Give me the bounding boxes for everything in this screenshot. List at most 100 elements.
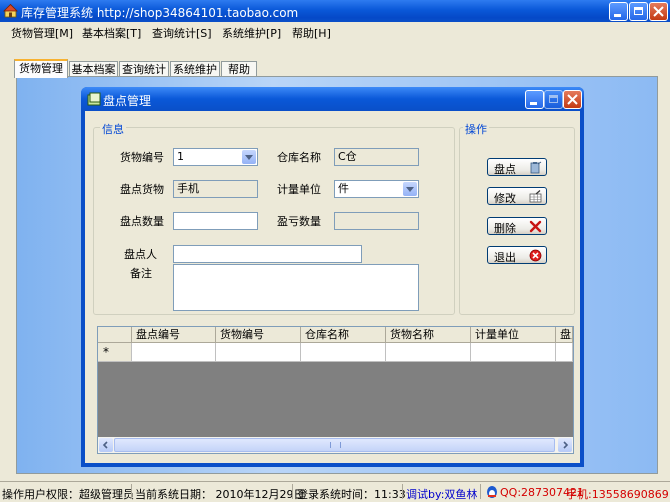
status-divider: [131, 484, 132, 499]
maximize-icon: [634, 7, 643, 15]
dialog-titlebar[interactable]: 盘点管理: [81, 87, 584, 111]
home-app-icon: [3, 3, 18, 18]
check-dialog: 盘点管理 信息 货物编号 1 仓库名称 C仓 盘点货物 手机 计量单位 件 盘点…: [81, 87, 584, 467]
remark-textarea[interactable]: [173, 264, 419, 311]
goods-no-value: 1: [177, 150, 184, 163]
tab-query-stats[interactable]: 查询统计: [119, 61, 169, 77]
minimize-button[interactable]: [609, 2, 628, 21]
grid-header-warehouse[interactable]: 仓库名称: [301, 327, 386, 343]
main-titlebar[interactable]: 库存管理系统 http://shop34864101.taobao.com: [0, 0, 670, 22]
check-records-grid[interactable]: 盘点编号 货物编号 仓库名称 货物名称 计量单位 盘点 *: [97, 326, 574, 454]
check-goods-label: 盘点货物: [120, 183, 164, 196]
close-icon: [653, 6, 664, 17]
profit-loss-label: 盈亏数量: [277, 215, 321, 228]
unit-combo[interactable]: 件: [334, 180, 419, 198]
grip-icon: [330, 442, 341, 448]
exit-button-label: 退出: [494, 251, 516, 264]
grid-cell-goods-name[interactable]: [386, 343, 471, 362]
chevron-left-icon: [102, 441, 108, 449]
window-title: 库存管理系统 http://shop34864101.taobao.com: [21, 6, 299, 20]
grid-cell-check-no[interactable]: [132, 343, 216, 362]
chevron-down-icon[interactable]: [403, 182, 417, 196]
menu-query-stats[interactable]: 查询统计[S]: [152, 25, 212, 41]
grid-corner-header: [98, 327, 132, 343]
status-phone: 手机:13558690869: [566, 488, 669, 501]
checker-label: 盘点人: [124, 248, 157, 261]
grid-horizontal-scrollbar[interactable]: [98, 437, 573, 453]
warehouse-field: C仓: [334, 148, 419, 166]
qq-penguin-icon: [487, 486, 497, 498]
tab-help[interactable]: 帮助: [221, 61, 257, 77]
grid-header-check-partial[interactable]: 盘点: [556, 327, 573, 343]
minimize-icon: [530, 102, 537, 105]
unit-value: 件: [338, 182, 349, 195]
check-goods-field: 手机: [173, 180, 258, 198]
check-qty-label: 盘点数量: [120, 215, 164, 228]
menu-bar: 货物管理[M] 基本档案[T] 查询统计[S] 系统维护[P] 帮助[H]: [0, 22, 670, 42]
scroll-left-button[interactable]: [99, 438, 113, 452]
status-date: 当前系统日期： 2010年12月29日: [135, 488, 305, 501]
profit-loss-field: [334, 212, 419, 230]
chevron-right-icon: [563, 441, 569, 449]
status-login-time: 登录系统时间：11:33: [297, 488, 406, 501]
menu-help[interactable]: 帮助[H]: [292, 25, 331, 41]
menu-basic-files[interactable]: 基本档案[T]: [82, 25, 141, 41]
delete-x-icon: [529, 220, 542, 233]
dialog-minimize-button[interactable]: [525, 90, 544, 109]
status-divider: [292, 484, 293, 499]
close-button[interactable]: [649, 2, 668, 21]
checker-input[interactable]: [173, 245, 362, 263]
grid-header-goods-name[interactable]: 货物名称: [386, 327, 471, 343]
form-icon: [87, 92, 101, 106]
modify-button-label: 修改: [494, 192, 516, 205]
info-group: 信息 货物编号 1 仓库名称 C仓 盘点货物 手机 计量单位 件 盘点数量 盈亏…: [93, 121, 455, 315]
minimize-icon: [614, 14, 621, 17]
edit-grid-icon: [529, 190, 542, 203]
info-group-label: 信息: [100, 121, 126, 137]
grid-cell-warehouse[interactable]: [301, 343, 386, 362]
scroll-thumb[interactable]: [114, 438, 555, 452]
grid-header-unit[interactable]: 计量单位: [471, 327, 556, 343]
dialog-title: 盘点管理: [103, 94, 152, 108]
dialog-maximize-button[interactable]: [544, 90, 563, 109]
status-debug: 调试by:双鱼林: [406, 488, 478, 501]
delete-button[interactable]: 删除: [487, 217, 547, 235]
goods-no-label: 货物编号: [120, 151, 164, 164]
dialog-body: 信息 货物编号 1 仓库名称 C仓 盘点货物 手机 计量单位 件 盘点数量 盈亏…: [85, 111, 580, 463]
modify-button[interactable]: 修改: [487, 187, 547, 205]
ops-group: 操作 盘点 修改 删除 退出: [459, 121, 575, 315]
chevron-down-icon[interactable]: [242, 150, 256, 164]
grid-cell-goods-no[interactable]: [216, 343, 301, 362]
ops-group-label: 操作: [463, 121, 489, 137]
check-button[interactable]: 盘点: [487, 158, 547, 176]
new-row-marker: *: [98, 343, 132, 362]
tab-system[interactable]: 系统维护: [170, 61, 220, 77]
clipboard-icon: [530, 161, 542, 174]
tab-basic-files[interactable]: 基本档案: [69, 61, 118, 77]
status-bar: 操作用户权限：超级管理员 当前系统日期： 2010年12月29日 登录系统时间：…: [0, 481, 670, 502]
check-button-label: 盘点: [494, 163, 516, 176]
status-divider: [480, 484, 481, 499]
status-user: 操作用户权限：超级管理员: [2, 488, 134, 501]
maximize-icon: [549, 95, 558, 103]
tab-goods[interactable]: 货物管理: [14, 59, 68, 78]
grid-cell-check-partial[interactable]: [556, 343, 573, 362]
goods-no-combo[interactable]: 1: [173, 148, 258, 166]
close-icon: [567, 94, 578, 105]
menu-system[interactable]: 系统维护[P]: [222, 25, 281, 41]
grid-header-check-no[interactable]: 盘点编号: [132, 327, 216, 343]
status-divider: [402, 484, 403, 499]
exit-button[interactable]: 退出: [487, 246, 547, 264]
unit-label: 计量单位: [277, 183, 321, 196]
scroll-right-button[interactable]: [558, 438, 572, 452]
menu-goods[interactable]: 货物管理[M]: [11, 25, 73, 41]
exit-icon: [529, 249, 542, 262]
delete-button-label: 删除: [494, 222, 516, 235]
check-qty-input[interactable]: [173, 212, 258, 230]
dialog-close-button[interactable]: [563, 90, 582, 109]
grid-header-goods-no[interactable]: 货物编号: [216, 327, 301, 343]
maximize-button[interactable]: [629, 2, 648, 21]
warehouse-label: 仓库名称: [277, 151, 321, 164]
grid-cell-unit[interactable]: [471, 343, 556, 362]
remark-label: 备注: [130, 267, 152, 280]
